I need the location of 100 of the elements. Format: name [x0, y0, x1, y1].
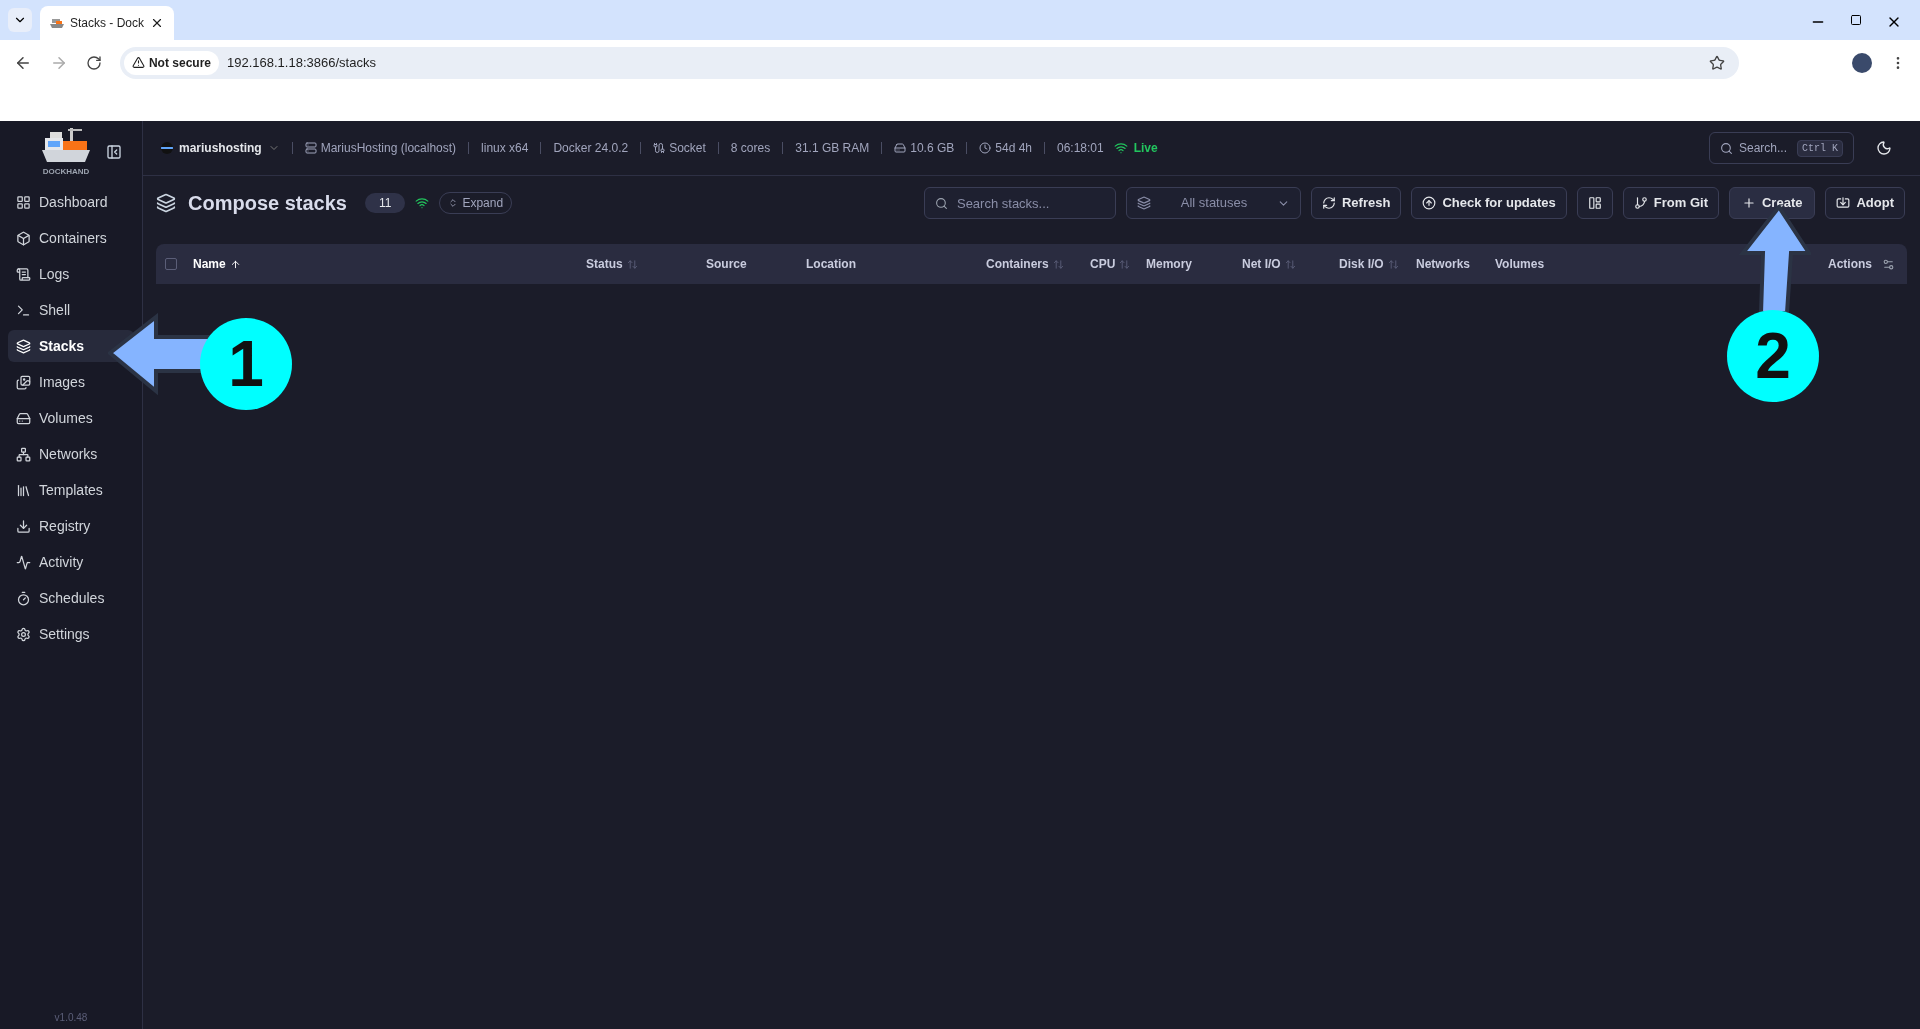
count-badge: 11	[364, 193, 406, 213]
column-header[interactable]: Net I/O	[1242, 255, 1296, 273]
system-info-text: MariusHosting (localhost)	[320, 140, 457, 157]
system-info-text: 54d 4h	[995, 140, 1032, 157]
sidebar-item[interactable]: Logs	[8, 258, 134, 290]
theme-toggle-icon[interactable]	[1876, 140, 1892, 156]
sort-icon	[1284, 258, 1296, 270]
shortcut-key: Ctrl K	[1797, 139, 1843, 157]
sidebar-item[interactable]: Settings	[8, 618, 134, 650]
column-header[interactable]: Location	[806, 255, 856, 273]
restore-icon[interactable]	[1850, 14, 1862, 26]
ship-favicon-icon	[50, 17, 64, 29]
system-info-text: 8 cores	[730, 140, 771, 157]
profile-avatar[interactable]	[1852, 52, 1872, 73]
plus-icon	[1742, 196, 1756, 210]
warning-icon	[131, 56, 145, 69]
column-header[interactable]: Containers	[986, 255, 1064, 273]
column-header[interactable]: Status	[586, 255, 638, 273]
browser-tab[interactable]: Stacks - Dock	[40, 6, 174, 40]
chevrons-icon	[448, 198, 459, 208]
logo-text: DOCKHAND	[42, 165, 90, 178]
download-icon	[16, 518, 31, 534]
environment-selector[interactable]: mariushosting	[161, 139, 280, 157]
toolbar-button[interactable]: Create	[1729, 187, 1816, 219]
sidebar-item[interactable]: Registry	[8, 510, 134, 542]
search-icon	[934, 197, 948, 210]
layout-icon	[1587, 196, 1602, 210]
sort-icon	[1119, 258, 1131, 270]
import-icon	[1836, 196, 1851, 210]
refresh-icon	[1321, 196, 1336, 210]
system-info-text: Docker 24.0.2	[553, 140, 629, 157]
sidebar-item[interactable]: Shell	[8, 294, 134, 326]
version-label: v1.0.48	[53, 1011, 89, 1025]
drive-icon	[16, 410, 31, 426]
sidebar-item[interactable]: Networks	[8, 438, 134, 470]
sort-icon	[1052, 258, 1064, 270]
network-icon	[16, 446, 31, 462]
select-all-checkbox[interactable]	[165, 258, 177, 270]
toolbar-button[interactable]: From Git	[1622, 187, 1719, 219]
collapse-sidebar-icon[interactable]	[106, 143, 122, 160]
column-header[interactable]: Networks	[1416, 255, 1471, 273]
column-header[interactable]: Name	[193, 255, 241, 273]
cable-icon	[653, 142, 666, 154]
toolbar-button[interactable]: Refresh	[1310, 187, 1402, 219]
settings-icon	[16, 626, 31, 642]
address-bar[interactable]: Not secure 192.168.1.18:3866/stacks	[119, 46, 1739, 79]
sort-icon	[626, 258, 638, 270]
layers-icon	[1136, 196, 1151, 210]
column-header[interactable]: Disk I/O	[1339, 255, 1399, 273]
page-title: Compose stacks	[188, 191, 347, 216]
system-info-text: Socket	[669, 140, 706, 157]
global-search-field[interactable]: Search... Ctrl K	[1709, 132, 1854, 164]
sort-icon	[1387, 258, 1399, 270]
signal-icon	[415, 196, 430, 210]
timer-icon	[16, 590, 31, 606]
column-header[interactable]: CPU	[1090, 255, 1131, 273]
arrow-up-circle-icon	[1422, 196, 1437, 210]
system-info-text: 06:18:01	[1057, 140, 1104, 157]
sidebar-item[interactable]: Templates	[8, 474, 134, 506]
sidebar-item[interactable]: Activity	[8, 546, 134, 578]
signal-icon	[1113, 141, 1128, 155]
url-text: 192.168.1.18:3866/stacks	[227, 53, 377, 72]
toolbar-button[interactable]: Adopt	[1825, 187, 1905, 219]
scroll-icon	[16, 266, 31, 282]
layers-icon	[156, 193, 176, 213]
reload-icon[interactable]	[85, 54, 102, 71]
column-header[interactable]: Source	[706, 255, 747, 273]
activity-icon	[16, 554, 31, 570]
column-header[interactable]: Volumes	[1495, 255, 1545, 273]
images-icon	[16, 374, 31, 390]
dashboard-icon	[16, 194, 31, 210]
column-header[interactable]: Actions	[1828, 255, 1872, 273]
cube-icon	[16, 230, 31, 246]
status-filter-dropdown[interactable]: All statuses	[1125, 187, 1301, 219]
step-number-badge: 2	[1727, 310, 1819, 402]
stack-search-field[interactable]: Search stacks...	[923, 187, 1116, 219]
search-icon	[1720, 141, 1733, 155]
git-branch-icon	[1633, 196, 1648, 210]
sidebar-item[interactable]: Containers	[8, 222, 134, 254]
sort-ascending-icon	[229, 258, 241, 270]
tab-list-button[interactable]	[8, 8, 32, 32]
layout-toggle-button[interactable]	[1576, 187, 1613, 219]
live-status: Live	[1133, 140, 1158, 157]
layers-icon	[16, 338, 31, 354]
column-header[interactable]: Memory	[1146, 255, 1192, 273]
drive-icon	[894, 142, 907, 154]
system-info-text: linux x64	[481, 140, 529, 157]
close-icon[interactable]	[150, 16, 164, 30]
step-number-badge: 1	[200, 318, 292, 410]
library-icon	[16, 482, 31, 498]
toolbar-button[interactable]: Check for updates	[1411, 187, 1567, 219]
terminal-icon	[16, 302, 31, 318]
sidebar-item[interactable]: Images	[8, 366, 134, 398]
server-icon	[304, 142, 317, 154]
sidebar-item[interactable]: Dashboard	[8, 186, 134, 218]
security-chip[interactable]: Not secure	[123, 50, 219, 75]
sidebar-item[interactable]: Schedules	[8, 582, 134, 614]
column-settings-icon[interactable]	[1882, 257, 1895, 271]
sidebar-item[interactable]: Volumes	[8, 402, 134, 434]
bookmark-star-icon[interactable]	[1709, 54, 1725, 71]
